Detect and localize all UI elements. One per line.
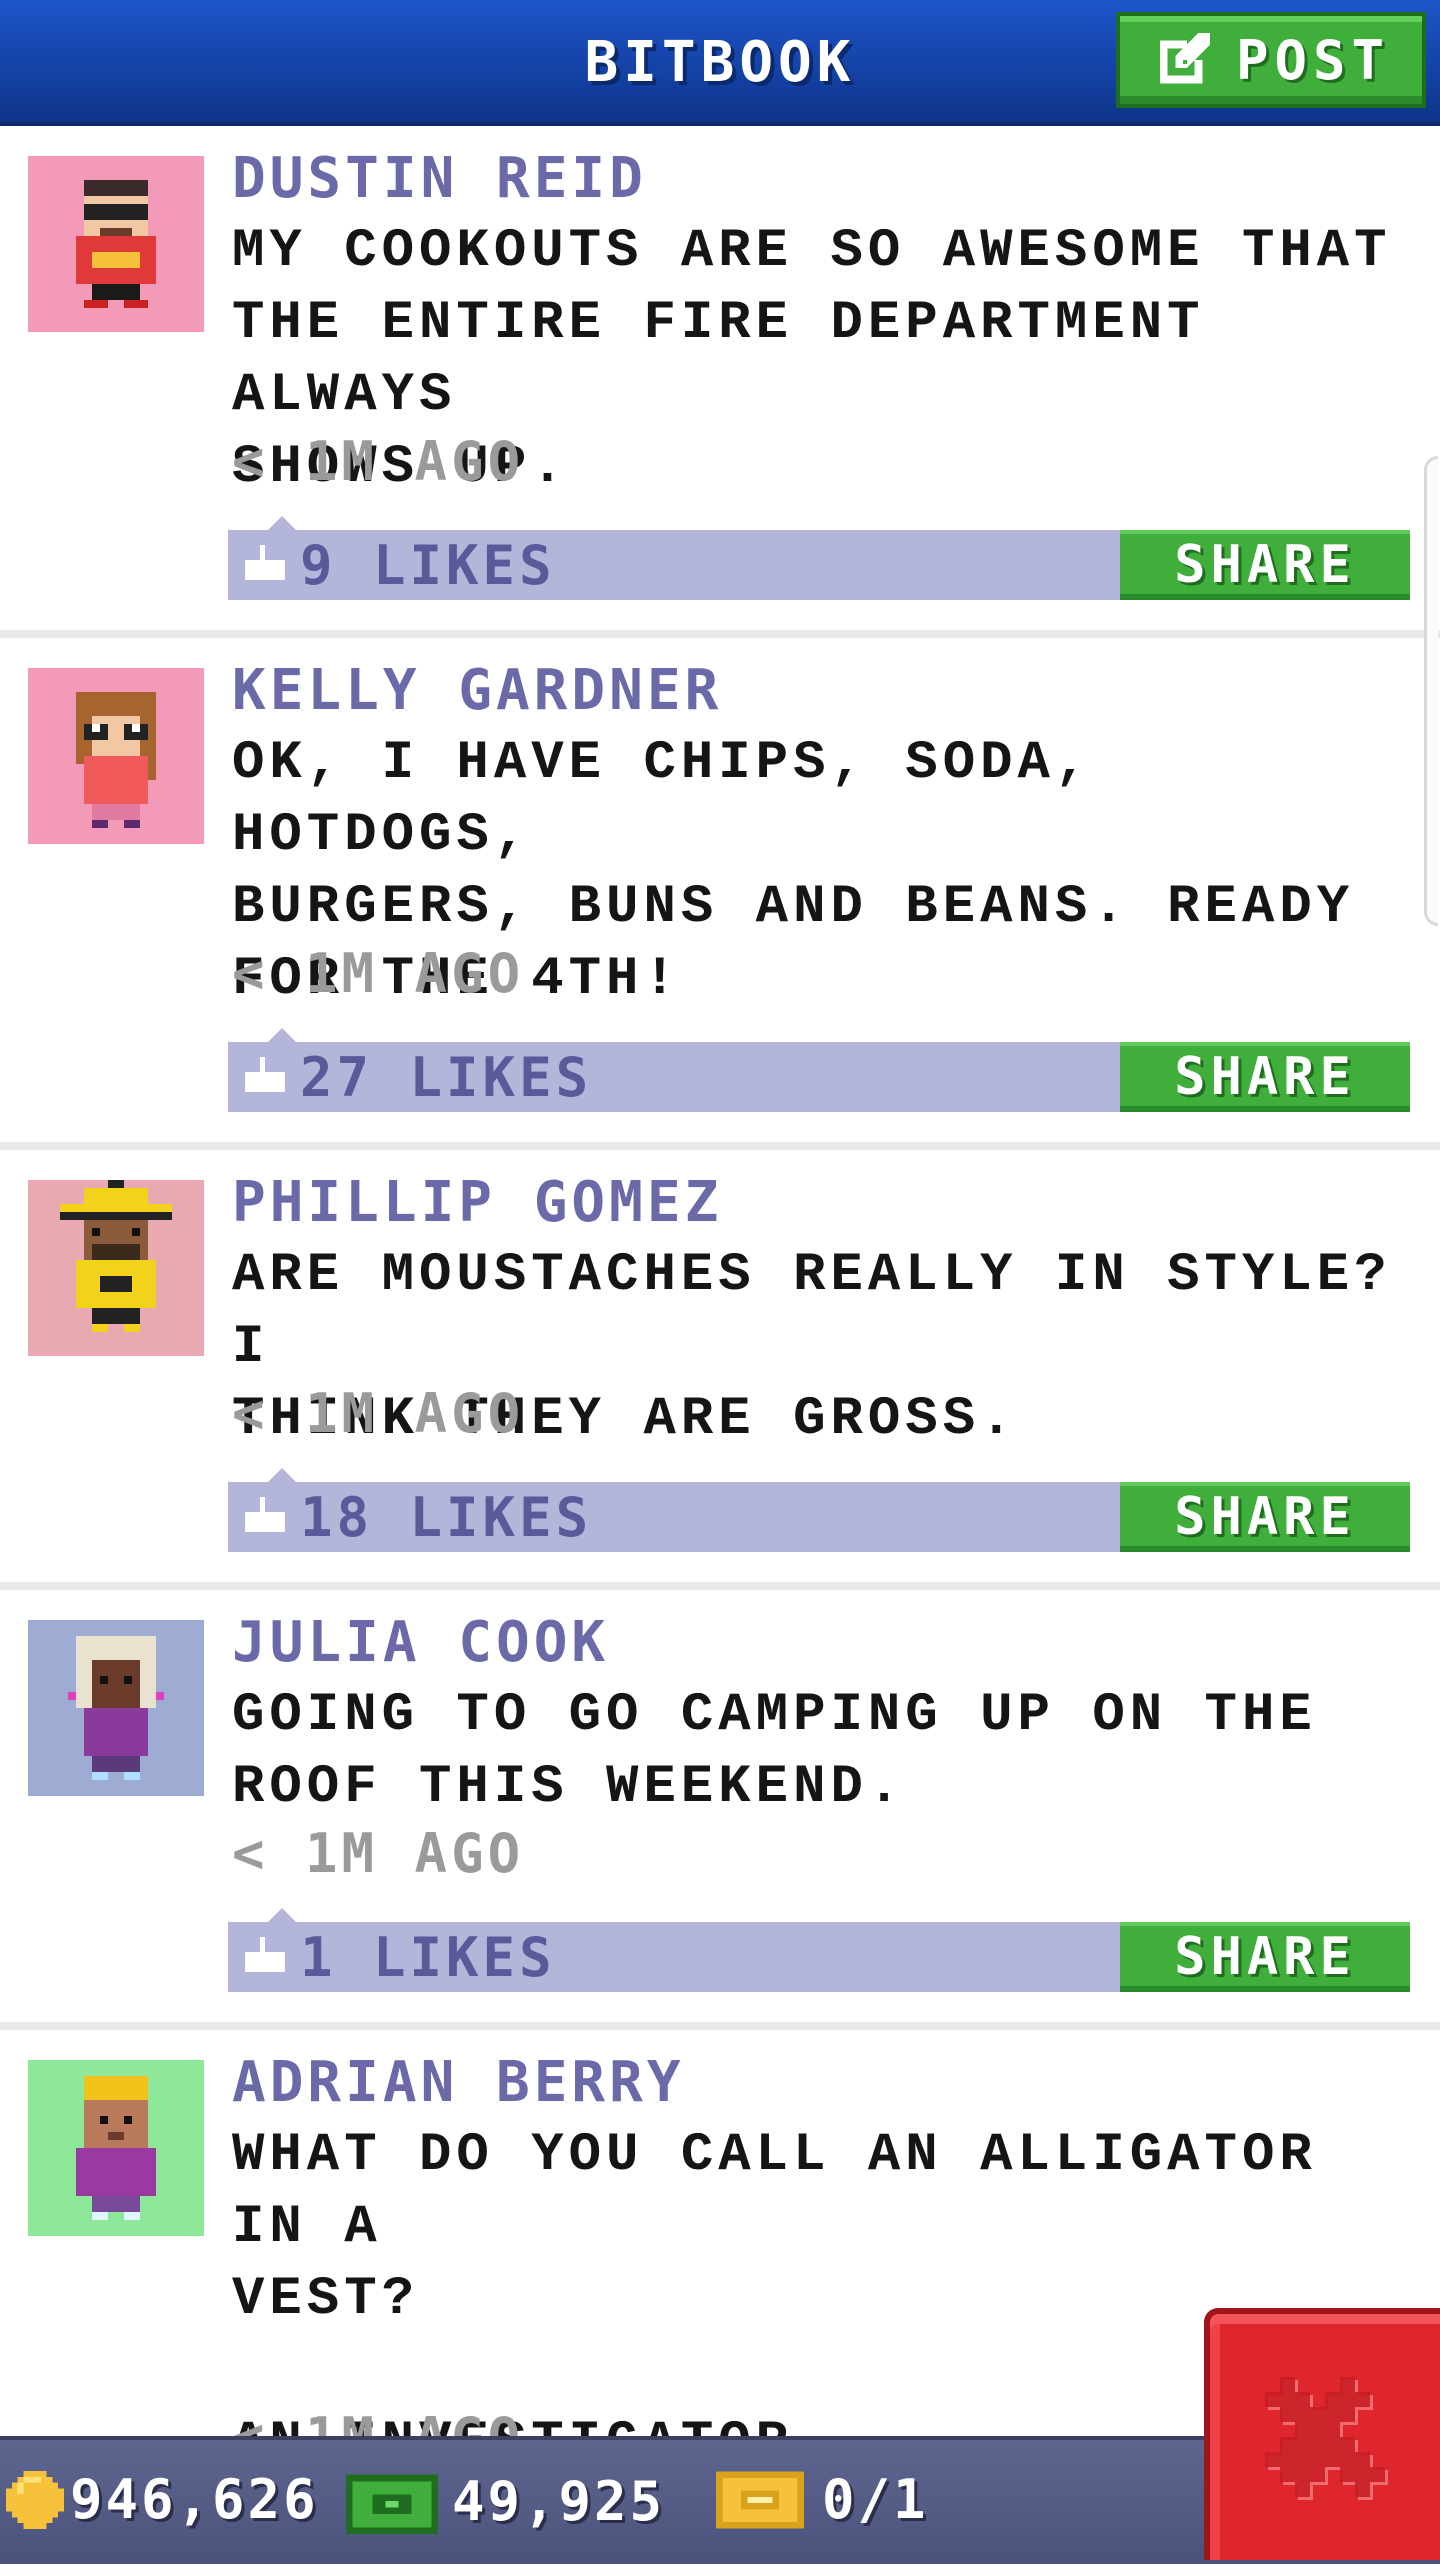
avatar[interactable] <box>28 156 204 332</box>
post-timestamp: < 1M AGO <box>232 1382 525 1445</box>
avatar[interactable] <box>28 2060 204 2236</box>
bux-value: 49,925 <box>452 2469 666 2533</box>
character-avatar-icon <box>28 1620 204 1796</box>
post-timestamp: < 1M AGO <box>232 1822 525 1885</box>
post-message: GOING TO GO CAMPING UP ON THE ROOF THIS … <box>232 1685 1317 1818</box>
feed-post: PHILLIP GOMEZ ARE MOUSTACHES REALLY IN S… <box>0 1150 1440 1590</box>
likes-count: 18 LIKES <box>300 1485 593 1549</box>
post-actions-bar: 18 LIKES SHARE <box>228 1468 1410 1552</box>
tickets-stat: 0/1 <box>716 2468 929 2531</box>
coins-stat: 946,626 <box>6 2468 319 2531</box>
bux-stat: 49,925 <box>346 2468 665 2534</box>
cash-icon <box>346 2474 438 2534</box>
thumbs-up-icon <box>245 1937 285 1972</box>
post-author[interactable]: ADRIAN BERRY <box>232 2050 685 2115</box>
post-button-label: POST <box>1235 28 1391 92</box>
share-button[interactable]: SHARE <box>1120 1042 1410 1112</box>
post-timestamp: < 1M AGO <box>232 2406 524 2436</box>
character-avatar-icon <box>28 2060 204 2236</box>
thumbs-up-icon <box>245 1497 285 1532</box>
coin-icon <box>6 2470 64 2529</box>
compose-icon <box>1159 32 1211 84</box>
avatar[interactable] <box>28 1620 204 1796</box>
likes-bar-pointer <box>268 1028 296 1042</box>
post-timestamp: < 1M AGO <box>232 430 525 493</box>
like-button[interactable]: 1 LIKES <box>228 1922 1088 1992</box>
feed-post: KELLY GARDNER OK, I HAVE CHIPS, SODA, HO… <box>0 638 1440 1150</box>
share-button[interactable]: SHARE <box>1120 1922 1410 1992</box>
thumbs-up-icon <box>245 1057 285 1092</box>
post-timestamp: < 1M AGO <box>232 942 525 1005</box>
likes-count: 9 LIKES <box>300 533 556 597</box>
likes-bar-pointer <box>268 1468 296 1482</box>
share-button[interactable]: SHARE <box>1120 1482 1410 1552</box>
app-header: BITBOOK POST <box>0 0 1440 126</box>
ticket-icon <box>716 2471 804 2528</box>
post-actions-bar: 27 LIKES SHARE <box>228 1028 1410 1112</box>
character-avatar-icon <box>28 156 204 332</box>
avatar[interactable] <box>28 1180 204 1356</box>
close-icon <box>1265 2377 1388 2500</box>
character-avatar-icon <box>28 1180 204 1356</box>
post-author[interactable]: KELLY GARDNER <box>232 658 722 723</box>
post-actions-bar: 9 LIKES SHARE <box>228 516 1410 600</box>
post-actions-bar: 1 LIKES SHARE <box>228 1908 1410 1992</box>
post-author[interactable]: PHILLIP GOMEZ <box>232 1170 722 1235</box>
character-avatar-icon <box>28 668 204 844</box>
likes-count: 1 LIKES <box>300 1925 556 1989</box>
thumbs-up-icon <box>245 545 285 580</box>
likes-count: 27 LIKES <box>300 1045 593 1109</box>
like-button[interactable]: 9 LIKES <box>228 530 1088 600</box>
like-button[interactable]: 18 LIKES <box>228 1482 1088 1552</box>
close-button[interactable] <box>1204 2308 1440 2560</box>
feed-post: JULIA COOK GOING TO GO CAMPING UP ON THE… <box>0 1590 1440 2030</box>
post-author[interactable]: JULIA COOK <box>232 1610 609 1675</box>
post-button[interactable]: POST <box>1116 12 1426 108</box>
coins-value: 946,626 <box>70 2468 319 2531</box>
avatar[interactable] <box>28 668 204 844</box>
feed-scrollbar[interactable] <box>1424 456 1438 926</box>
post-author[interactable]: DUSTIN REID <box>232 146 647 211</box>
tickets-value: 0/1 <box>822 2468 929 2531</box>
likes-bar-pointer <box>268 516 296 530</box>
likes-bar-pointer <box>268 1908 296 1922</box>
like-button[interactable]: 27 LIKES <box>228 1042 1088 1112</box>
share-button[interactable]: SHARE <box>1120 530 1410 600</box>
feed-post: DUSTIN REID MY COOKOUTS ARE SO AWESOME T… <box>0 126 1440 638</box>
news-feed[interactable]: DUSTIN REID MY COOKOUTS ARE SO AWESOME T… <box>0 126 1440 2436</box>
